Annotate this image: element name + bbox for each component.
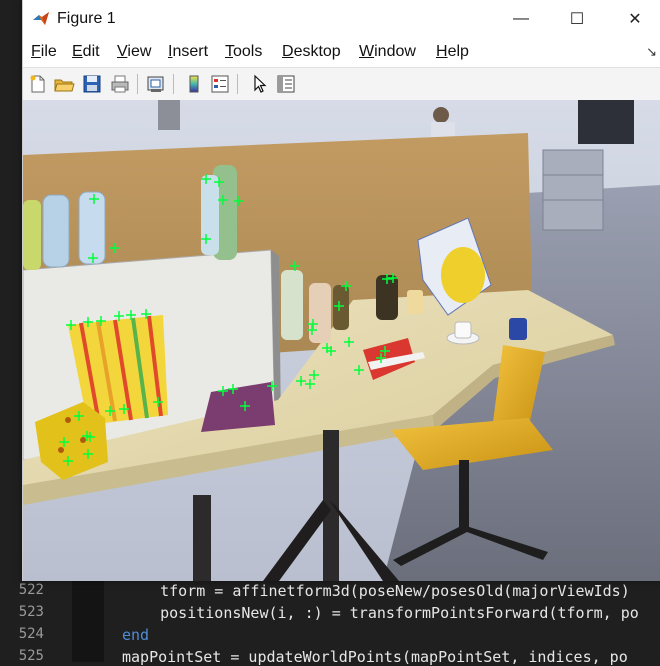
chair-pole (459, 460, 469, 530)
menu-tools[interactable]: Tools (225, 43, 262, 61)
toolbar-separator (173, 74, 174, 94)
wall-socket (158, 100, 180, 130)
code-line[interactable]: tform = affinetform3d(poseNew/posesOld(m… (124, 582, 630, 600)
line-number: 522 (18, 582, 44, 598)
print-icon[interactable] (109, 73, 131, 95)
image-axes[interactable] (23, 100, 660, 581)
close-button[interactable]: ✕ (615, 6, 655, 32)
toolbar-separator (237, 74, 238, 94)
water-bottle (78, 191, 106, 265)
new-figure-icon[interactable] (27, 73, 49, 95)
rgb-image-with-features (23, 100, 660, 581)
menu-window[interactable]: Window (359, 43, 416, 61)
code-line-keyword[interactable]: end (122, 626, 149, 644)
menu-accelerator: T (225, 43, 233, 60)
green-bottle (23, 200, 41, 270)
cup (407, 290, 423, 314)
menu-label: elp (447, 43, 469, 60)
menu-label: indow (374, 43, 416, 60)
dice-pip (80, 437, 86, 443)
menu-accelerator: F (31, 43, 41, 60)
menu-label: dit (82, 43, 100, 60)
menu-accelerator: D (282, 43, 294, 60)
menu-insert[interactable]: Insert (168, 43, 208, 61)
minimize-button[interactable]: — (501, 6, 541, 32)
bottle (281, 270, 303, 340)
person-body (431, 122, 455, 138)
chips-bag-label (441, 247, 485, 303)
water-bottle (42, 194, 70, 268)
toolbar-separator (137, 74, 138, 94)
link-plot-icon[interactable] (145, 73, 167, 95)
menu-file[interactable]: File (31, 43, 57, 61)
colorbar-icon[interactable] (183, 73, 205, 95)
bottle (333, 285, 349, 330)
menu-accelerator: H (436, 43, 448, 60)
menu-help[interactable]: Help (436, 43, 469, 61)
monitor (578, 100, 634, 144)
menu-desktop[interactable]: Desktop (282, 43, 341, 61)
save-icon[interactable] (81, 73, 103, 95)
dice-pip (58, 447, 64, 453)
drawer-cabinet (542, 149, 604, 231)
dock-arrow-icon[interactable]: ↘ (646, 44, 657, 60)
maximize-button[interactable]: ☐ (557, 6, 597, 32)
menu-label: ile (40, 43, 57, 60)
person-head (433, 107, 449, 123)
menu-label: ools (233, 43, 263, 60)
legend-icon[interactable] (209, 73, 231, 95)
figure-window[interactable]: Figure 1 — ☐ ✕ File Edit View Insert Too… (22, 0, 660, 581)
water-bottle (201, 175, 219, 255)
menu-label: esktop (293, 43, 341, 60)
matlab-logo-icon (33, 12, 49, 25)
code-line[interactable]: positionsNew(i, :) = transformPointsForw… (124, 604, 639, 622)
menu-bar: File Edit View Insert Tools Desktop Wind… (23, 38, 660, 66)
menu-label: nsert (172, 43, 209, 60)
menu-accelerator: W (359, 43, 375, 60)
menu-accelerator: E (72, 43, 83, 60)
pointer-icon[interactable] (249, 73, 271, 95)
desk-leg (193, 495, 211, 581)
blue-cup (509, 318, 527, 340)
menu-view[interactable]: View (117, 43, 151, 61)
dice-pip (65, 417, 71, 423)
open-file-icon[interactable] (53, 73, 75, 95)
line-number: 524 (18, 626, 44, 642)
title-bar[interactable]: Figure 1 — ☐ ✕ (23, 0, 660, 38)
menu-edit[interactable]: Edit (72, 43, 100, 61)
line-number: 523 (18, 604, 44, 620)
white-cup (454, 321, 472, 339)
figure-toolbar (23, 67, 660, 101)
menu-label: iew (127, 43, 152, 60)
window-title: Figure 1 (57, 10, 116, 27)
code-line[interactable]: mapPointSet = updateWorldPoints(mapPoint… (122, 648, 628, 666)
property-inspector-icon[interactable] (275, 73, 297, 95)
menu-accelerator: V (117, 43, 128, 60)
